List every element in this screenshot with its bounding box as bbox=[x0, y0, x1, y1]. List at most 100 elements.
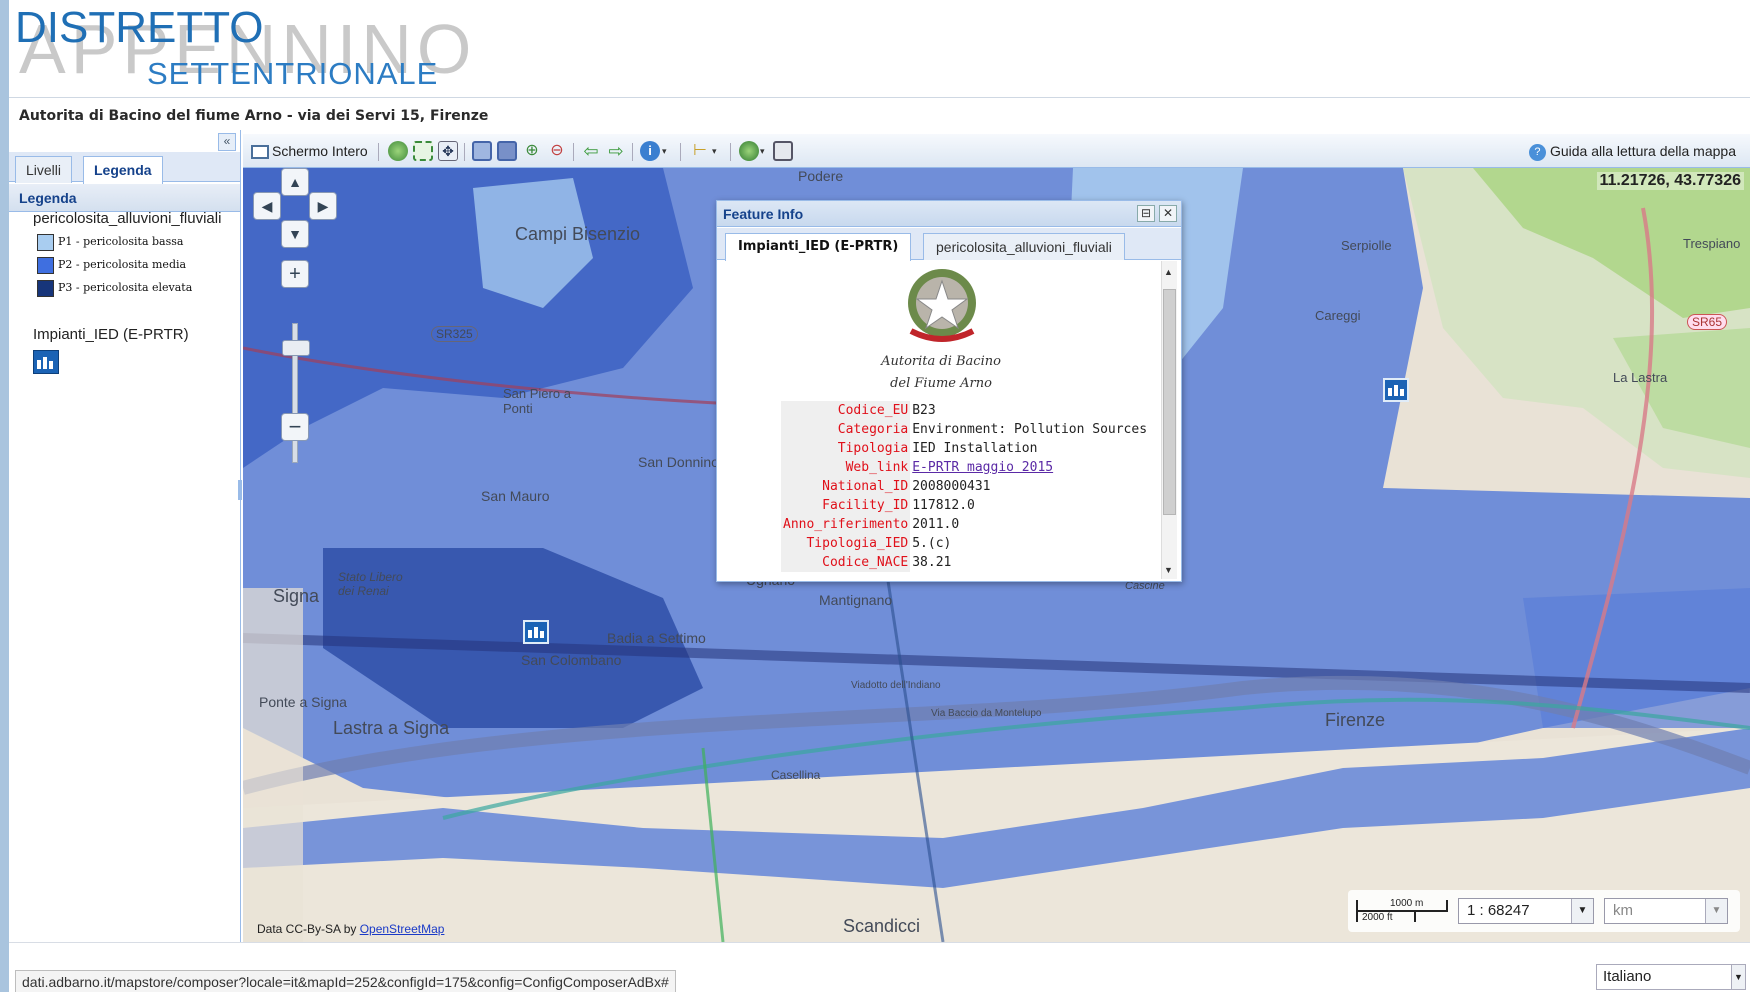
zoom-box-in-icon[interactable] bbox=[472, 141, 492, 161]
legend-item-p2: P2 - pericolosita media bbox=[37, 256, 186, 274]
map-guide-link[interactable]: ? Guida alla lettura della mappa bbox=[1528, 139, 1736, 163]
attribute-key: Tipologia_IED bbox=[781, 534, 911, 553]
table-row: Tipologia IED Installation bbox=[781, 439, 1150, 458]
map-label-sr65: SR65 bbox=[1687, 314, 1728, 330]
scroll-up-icon[interactable]: ▲ bbox=[1164, 267, 1173, 277]
tab-pericolosita[interactable]: pericolosita_alluvioni_fluviali bbox=[923, 233, 1125, 260]
attribute-key: Facility_ID bbox=[781, 496, 911, 515]
factory-icon bbox=[33, 350, 59, 374]
units-select[interactable]: km ▼ bbox=[1604, 898, 1728, 924]
chevron-down-icon[interactable]: ▾ bbox=[662, 141, 682, 161]
pan-left-button[interactable]: ◀ bbox=[253, 192, 281, 220]
feature-info-scrollbar[interactable]: ▲ ▼ bbox=[1161, 261, 1177, 579]
legend-label-p3: P3 - pericolosita elevata bbox=[58, 281, 193, 294]
legend-group-ied: Impianti_IED (E-PRTR) bbox=[33, 326, 189, 343]
map-label-lalastra: La Lastra bbox=[1613, 370, 1668, 385]
panel-splitter-handle[interactable] bbox=[238, 480, 242, 500]
zoom-in-button[interactable]: + bbox=[281, 260, 309, 288]
cursor-coordinates: 11.21726, 43.77326 bbox=[1596, 172, 1744, 190]
map-label-serpiolle: Serpiolle bbox=[1341, 238, 1392, 253]
table-row: Codice_EU B23 bbox=[781, 401, 1150, 420]
scale-select[interactable]: 1 : 68247 ▼ bbox=[1458, 898, 1594, 924]
fullscreen-button[interactable]: Schermo Intero bbox=[251, 139, 368, 163]
attribute-value: 5.(c) bbox=[910, 534, 1150, 553]
tab-livelli[interactable]: Livelli bbox=[15, 156, 73, 183]
legend-item-p3: P3 - pericolosita elevata bbox=[37, 279, 192, 297]
map-label-ponteasigna: Ponte a Signa bbox=[259, 694, 347, 710]
ied-facility-marker[interactable] bbox=[1383, 378, 1409, 402]
feature-info-tabs: Impianti_IED (E-PRTR) pericolosita_alluv… bbox=[717, 228, 1181, 261]
info-icon[interactable]: i bbox=[640, 141, 660, 161]
map-label-sr325: SR325 bbox=[431, 326, 478, 342]
chevron-down-icon: ▼ bbox=[1571, 899, 1593, 923]
map-label-statolibero: Stato Libero dei Renai bbox=[338, 570, 403, 598]
table-row: Facility_ID 117812.0 bbox=[781, 496, 1150, 515]
autorita-line-2: del Fiume Arno bbox=[890, 376, 992, 391]
collapse-panel-button[interactable]: « bbox=[218, 133, 236, 151]
map-label-signa: Signa bbox=[273, 586, 320, 606]
toolbar-separator bbox=[464, 143, 465, 161]
pan-up-button[interactable]: ▲ bbox=[281, 168, 309, 196]
toolbar-separator bbox=[378, 143, 379, 161]
chevron-down-icon: ▼ bbox=[1731, 965, 1745, 989]
zoom-out-button[interactable]: − bbox=[281, 413, 309, 441]
tab-impianti-ied[interactable]: Impianti_IED (E-PRTR) bbox=[725, 233, 912, 261]
feature-attribute-table: Codice_EU B23 Categoria Environment: Pollu… bbox=[781, 401, 1150, 572]
pan-right-button[interactable]: ▶ bbox=[309, 192, 337, 220]
print-icon[interactable] bbox=[773, 141, 793, 161]
tab-legenda[interactable]: Legenda bbox=[83, 156, 163, 184]
attribute-value: 38.21 bbox=[910, 553, 1150, 572]
forward-arrow-icon[interactable]: ⇨ bbox=[606, 141, 626, 161]
openstreetmap-link[interactable]: OpenStreetMap bbox=[360, 922, 445, 936]
attribute-value: 117812.0 bbox=[910, 496, 1150, 515]
feature-info-header[interactable]: Feature Info ⊟ ✕ bbox=[717, 201, 1181, 227]
zoom-extent-icon[interactable] bbox=[413, 141, 433, 161]
map-label-podere: Podere bbox=[798, 168, 844, 184]
map-label-casellina: Casellina bbox=[771, 768, 821, 782]
scale-value: 1 : 68247 bbox=[1467, 902, 1530, 919]
zoom-in-icon[interactable]: ⊕ bbox=[522, 141, 542, 161]
page-subtitle: Autorita di Bacino del fiume Arno - via … bbox=[19, 108, 489, 124]
pin-button[interactable]: ⊟ bbox=[1137, 205, 1155, 222]
layers-icon[interactable] bbox=[739, 141, 759, 161]
web-link[interactable]: E-PRTR maggio 2015 bbox=[912, 460, 1053, 475]
attribute-key: Tipologia bbox=[781, 439, 911, 458]
language-value: Italiano bbox=[1603, 968, 1652, 985]
republic-emblem-icon bbox=[908, 269, 976, 342]
scale-bar-imperial: 2000 ft bbox=[1362, 912, 1393, 923]
close-button[interactable]: ✕ bbox=[1159, 205, 1177, 222]
pan-icon[interactable]: ✥ bbox=[438, 141, 458, 161]
ied-facility-marker[interactable] bbox=[523, 620, 549, 644]
chevron-down-icon: ▼ bbox=[1705, 899, 1727, 923]
map-label-lastra: Lastra a Signa bbox=[333, 718, 450, 738]
fullscreen-icon bbox=[251, 145, 269, 160]
toolbar-separator bbox=[632, 143, 633, 161]
globe-icon[interactable] bbox=[388, 141, 408, 161]
zoom-out-icon[interactable]: ⊖ bbox=[547, 141, 567, 161]
zoom-box-out-icon[interactable] bbox=[497, 141, 517, 161]
back-arrow-icon[interactable]: ⇦ bbox=[581, 141, 601, 161]
legend-swatch-p1 bbox=[37, 233, 54, 251]
map-toolbar: Schermo Intero ✥ ⊕ ⊖ ⇦ ⇨ i ▾ ⊢ ▾ ▾ ? Guid… bbox=[243, 134, 1750, 168]
attribute-value: B23 bbox=[910, 401, 1150, 420]
scrollbar-thumb[interactable] bbox=[1163, 289, 1176, 515]
attribute-key: Codice_EU bbox=[781, 401, 911, 420]
logo-settentrionale: SETTENTRIONALE bbox=[147, 56, 439, 91]
window-left-border bbox=[0, 0, 9, 992]
table-row: Categoria Environment: Pollution Sources bbox=[781, 420, 1150, 439]
table-row: Codice_NACE 38.21 bbox=[781, 553, 1150, 572]
scroll-down-icon[interactable]: ▼ bbox=[1164, 565, 1173, 575]
legend-panel-title: Legenda bbox=[19, 190, 77, 206]
measure-icon[interactable]: ⊢ bbox=[690, 141, 710, 161]
footer-divider bbox=[9, 942, 1750, 952]
map-attribution: Data CC-By-SA by OpenStreetMap bbox=[257, 922, 444, 936]
attribute-key: Anno_riferimento bbox=[781, 515, 911, 534]
attribute-value: IED Installation bbox=[910, 439, 1150, 458]
map-label-sanpiero: San Piero a Ponti bbox=[503, 386, 571, 416]
pan-down-button[interactable]: ▼ bbox=[281, 220, 309, 248]
zoom-slider-thumb[interactable] bbox=[282, 340, 310, 356]
map-label-mantignano: Mantignano bbox=[819, 592, 893, 608]
feature-info-body: Autorita di Bacino del Fiume Arno Codice… bbox=[721, 261, 1161, 579]
chevron-down-icon[interactable]: ▾ bbox=[712, 141, 732, 161]
language-select[interactable]: Italiano ▼ bbox=[1596, 964, 1746, 990]
